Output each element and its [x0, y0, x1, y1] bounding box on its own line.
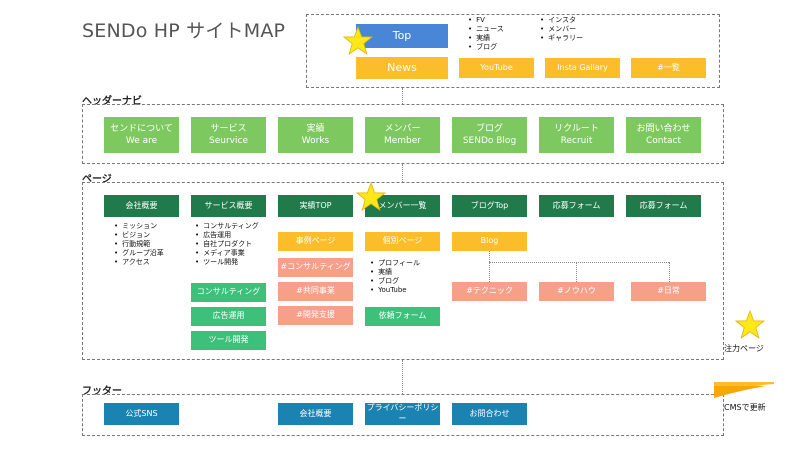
- cms-swoosh-icon: [714, 382, 774, 398]
- list-item: プロフィール: [370, 259, 420, 268]
- legend-cms-label: CMSで更新: [724, 403, 766, 412]
- nav-item-blog: ブログ SENDo Blog: [452, 117, 527, 153]
- connector-line: [669, 262, 670, 282]
- footer-company-box: 会社概要: [278, 403, 353, 425]
- nav-item-jp: ブログ: [475, 123, 503, 134]
- company-bullets: ミッション ビジョン 行動規範 グループ沿革 アクセス: [114, 222, 164, 267]
- news-box: News: [356, 57, 448, 79]
- service-subpage-box: コンサルティング: [191, 283, 266, 302]
- page-title: SENDo HP サイトMAP: [82, 20, 286, 42]
- blog-tag-box: #テクニック: [452, 282, 527, 301]
- company-overview-box: 会社概要: [104, 195, 179, 217]
- service-bullets: コンサルティング 広告運用 自社プロダクト メディア事業 ツール開発: [195, 222, 259, 267]
- service-subpage-box: 広告運用: [191, 307, 266, 326]
- nav-item-contact: お問い合わせ Contact: [626, 117, 701, 153]
- list-item: YouTube: [370, 286, 420, 295]
- nav-item-en: Works: [301, 136, 330, 146]
- star-icon: [356, 182, 386, 211]
- list-item: ブログ: [468, 43, 504, 52]
- tag-list-box: #一覧: [631, 58, 706, 78]
- insta-gallery-box: Insta Gallary: [545, 58, 620, 78]
- list-item: 実績: [468, 34, 504, 43]
- footer-privacy-box: プライバシーポリシー: [365, 403, 440, 425]
- nav-item-en: Member: [383, 136, 422, 146]
- connector-line: [402, 164, 403, 182]
- service-overview-box: サービス概要: [191, 195, 266, 217]
- list-item: FV: [468, 16, 504, 25]
- blog-box: Blog: [452, 232, 527, 251]
- works-tag-box: #コンサルティング: [278, 258, 353, 277]
- list-item: 自社プロダクト: [195, 240, 259, 249]
- nav-item-member: メンバー Member: [365, 117, 440, 153]
- list-item: ギャラリー: [540, 34, 583, 43]
- nav-item-jp: メンバー: [384, 123, 421, 134]
- list-item: ブログ: [370, 277, 420, 286]
- nav-item-service: サービス Seurvice: [191, 117, 266, 153]
- nav-item-jp: 実績: [306, 123, 325, 134]
- works-top-box: 実績TOP: [278, 195, 353, 217]
- youtube-box: YouTube: [459, 58, 534, 78]
- individual-page-box: 個別ページ: [365, 232, 440, 251]
- list-item: メンバー: [540, 25, 583, 34]
- member-bullets: プロフィール 実績 ブログ YouTube: [370, 259, 420, 295]
- list-item: ミッション: [114, 222, 164, 231]
- nav-item-jp: サービス: [210, 123, 247, 134]
- list-item: ニュース: [468, 25, 504, 34]
- connector-line: [489, 262, 669, 263]
- nav-item-en: SENDo Blog: [462, 136, 517, 146]
- list-item: メディア事業: [195, 249, 259, 258]
- case-page-box: 事例ページ: [278, 232, 353, 251]
- nav-item-works: 実績 Works: [278, 117, 353, 153]
- nav-item-jp: お問い合わせ: [636, 123, 691, 134]
- nav-item-en: Recruit: [560, 136, 593, 146]
- list-item: 実績: [370, 268, 420, 277]
- recruit-form-box: 応募フォーム: [539, 195, 614, 217]
- service-subpage-box: ツール開発: [191, 331, 266, 350]
- nav-item-en: Seurvice: [209, 136, 248, 146]
- nav-item-en: We are: [125, 136, 158, 146]
- list-item: ビジョン: [114, 231, 164, 240]
- legend-star-label: 注力ページ: [724, 344, 764, 353]
- contact-form-box: 応募フォーム: [626, 195, 701, 217]
- connector-line: [402, 88, 403, 104]
- list-item: グループ沿革: [114, 249, 164, 258]
- connector-line: [402, 360, 403, 394]
- connector-line: [489, 251, 490, 262]
- list-item: コンサルティング: [195, 222, 259, 231]
- nav-item-jp: センドについて: [110, 123, 173, 134]
- top-bullets-a: FV ニュース 実績 ブログ: [468, 16, 504, 52]
- nav-item-we-are: センドについて We are: [104, 117, 179, 153]
- nav-item-en: Contact: [645, 136, 681, 146]
- blog-tag-box: #日常: [631, 282, 706, 301]
- blog-top-box: ブログTop: [452, 195, 527, 217]
- connector-line: [489, 262, 490, 282]
- top-bullets-b: インスタ メンバー ギャラリー: [540, 16, 583, 43]
- list-item: アクセス: [114, 258, 164, 267]
- blog-tag-box: #ノウハウ: [539, 282, 614, 301]
- nav-item-jp: リクルート: [554, 123, 599, 134]
- works-tag-box: #開発支援: [278, 306, 353, 325]
- connector-line: [576, 262, 577, 282]
- list-item: ツール開発: [195, 258, 259, 267]
- footer-sns-box: 公式SNS: [104, 403, 179, 425]
- star-icon: [343, 26, 373, 55]
- request-form-box: 依頼フォーム: [365, 307, 440, 326]
- works-tag-box: #共同事業: [278, 282, 353, 301]
- nav-item-recruit: リクルート Recruit: [539, 117, 614, 153]
- list-item: 行動規範: [114, 240, 164, 249]
- star-icon: [735, 310, 765, 339]
- list-item: 広告運用: [195, 231, 259, 240]
- list-item: インスタ: [540, 16, 583, 25]
- footer-contact-box: お問合わせ: [452, 403, 527, 425]
